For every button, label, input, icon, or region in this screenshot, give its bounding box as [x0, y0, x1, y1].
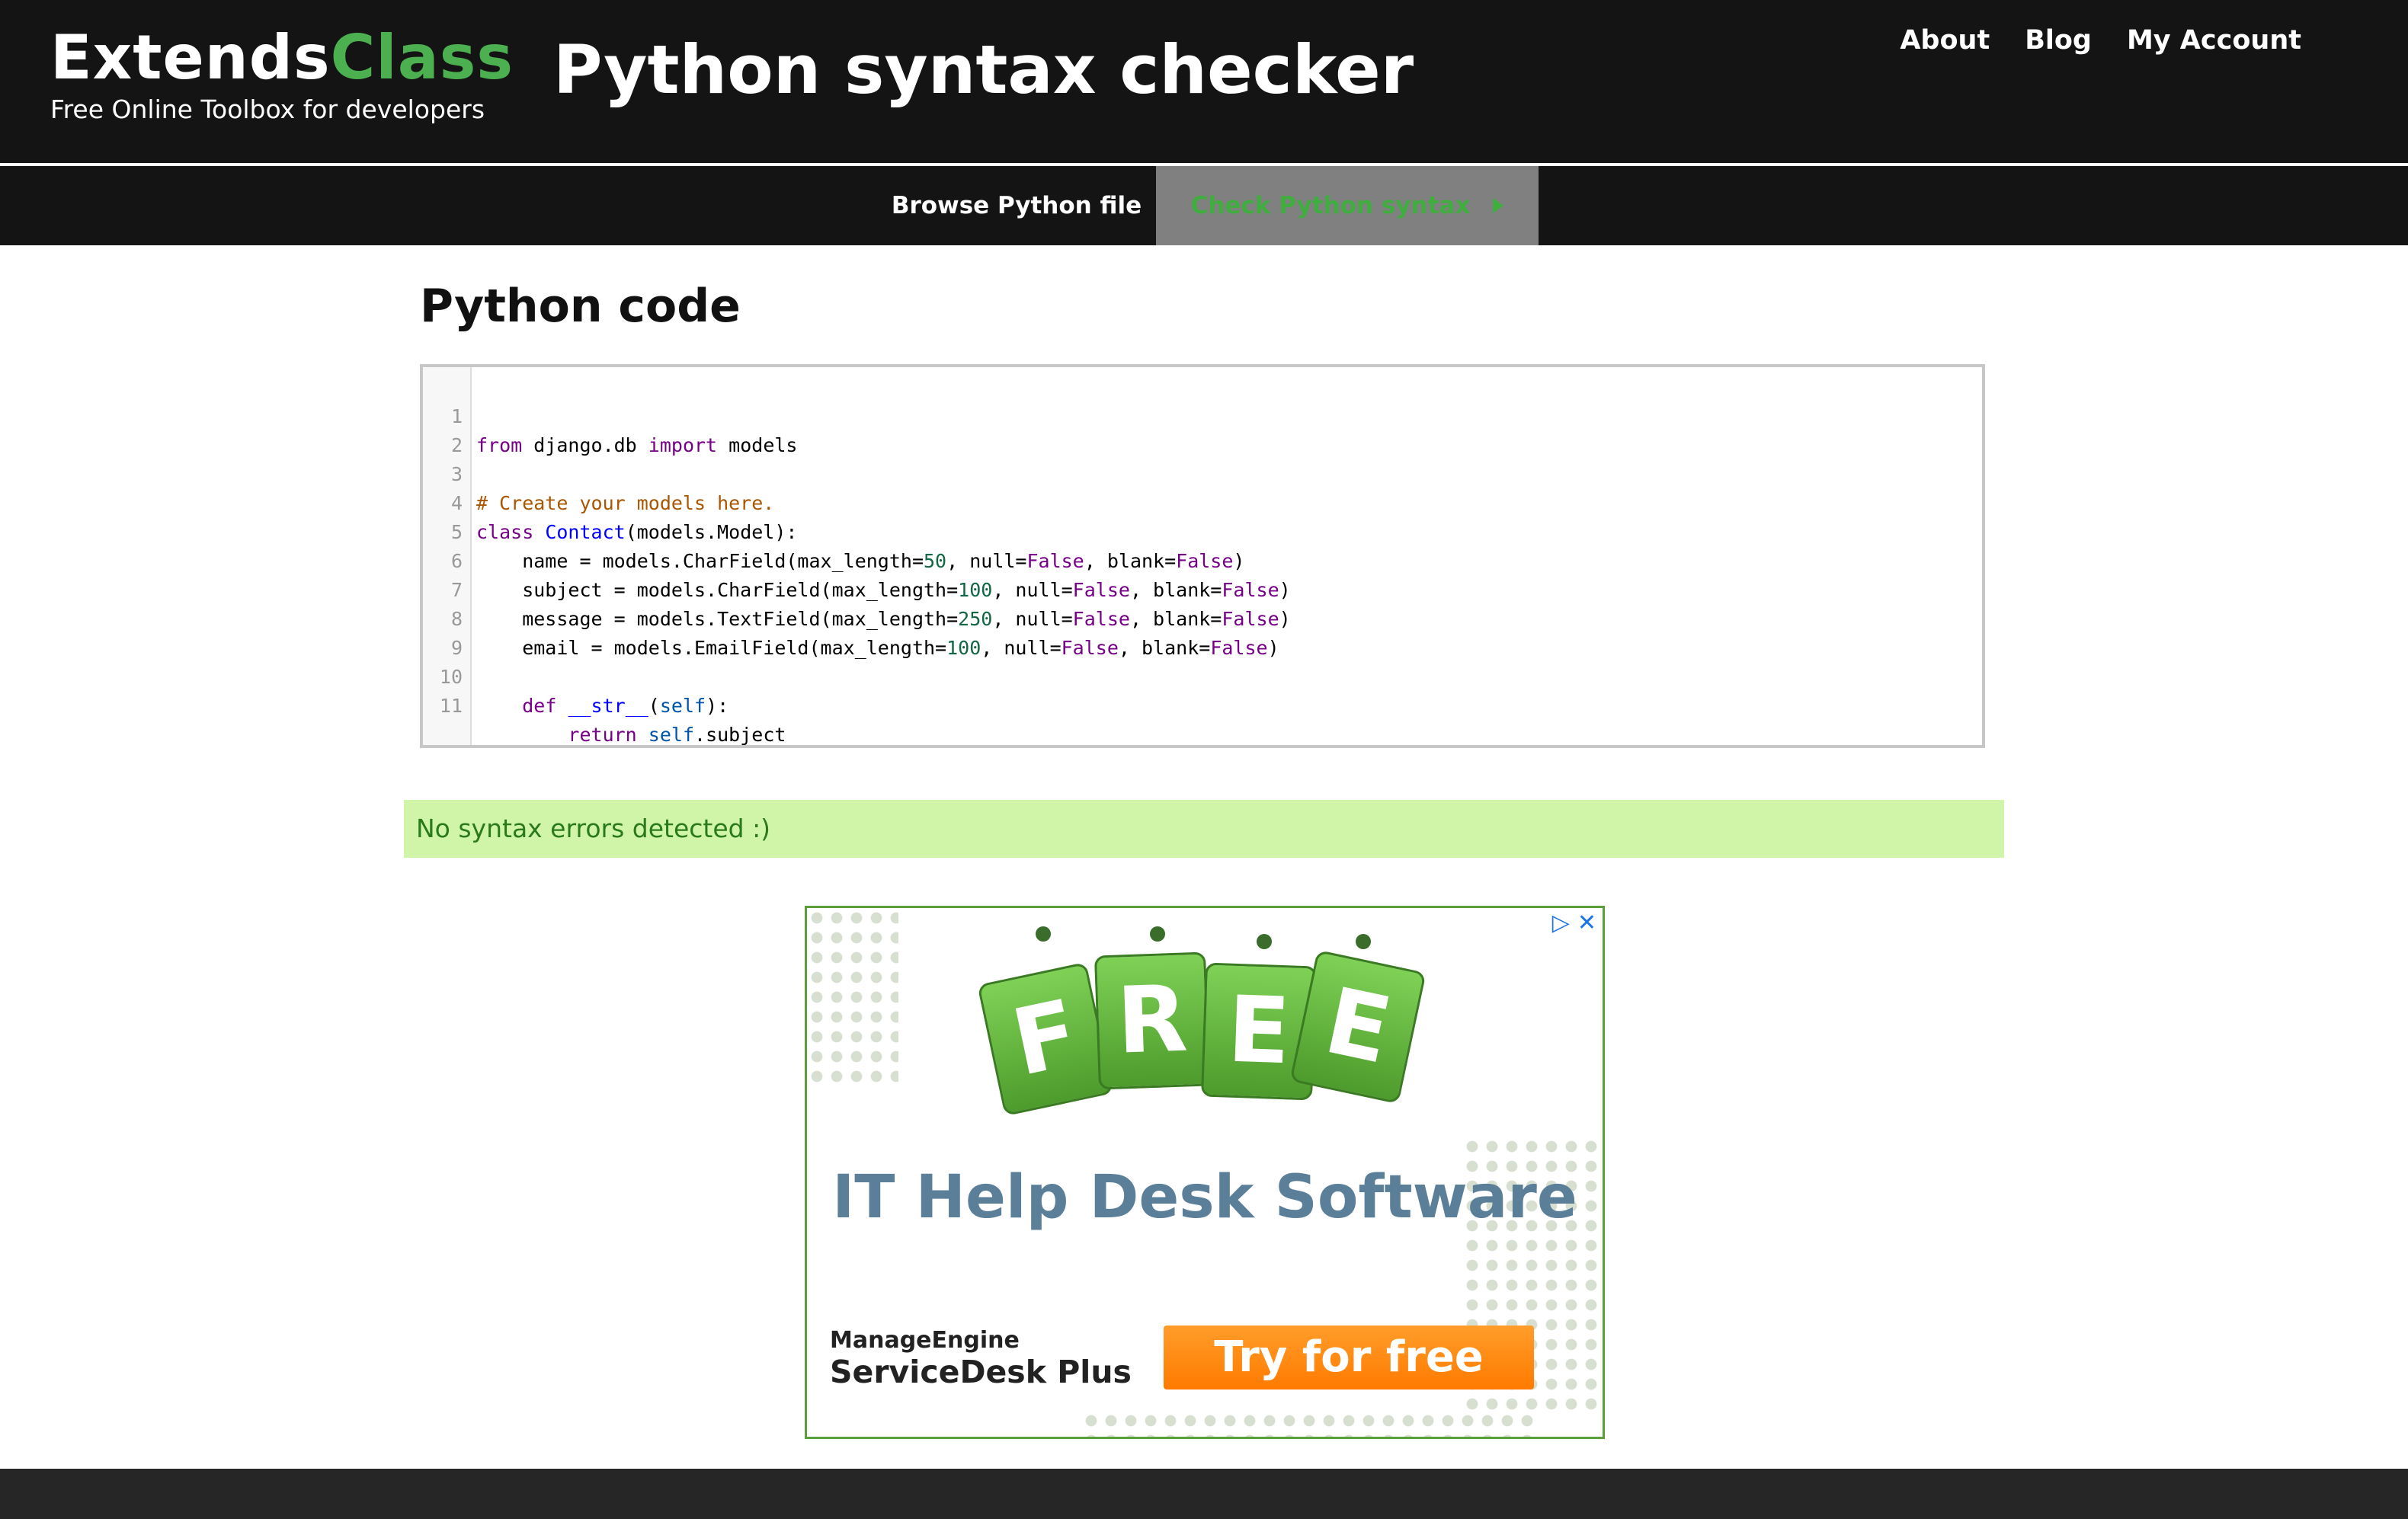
code-line: 7 message = models.TextField(max_length=… — [423, 547, 1291, 630]
brand-name-accent: Class — [330, 22, 514, 93]
tag-pin — [1150, 926, 1165, 942]
ad-dot-pattern — [1081, 1411, 1539, 1437]
code-line: 6 subject = models.CharField(max_length=… — [423, 518, 1291, 601]
code-line: 8 email = models.EmailField(max_length=1… — [423, 576, 1279, 659]
ad-try-for-free-button[interactable]: Try for free — [1164, 1326, 1534, 1389]
brand-name-main: Extends — [50, 22, 331, 93]
tool-tab-bar: Browse Python file Check Python syntax — [0, 166, 2408, 245]
brand-tagline: Free Online Toolbox for developers — [50, 94, 485, 124]
code-text: subject = models.CharField(max_length=10… — [476, 579, 1291, 601]
code-text: name = models.CharField(max_length=50, n… — [476, 550, 1245, 572]
code-text: from django.db import models — [476, 434, 798, 456]
brand-logo-link[interactable]: ExtendsClass Free Online Toolbox for dev… — [50, 21, 514, 126]
tag-pin — [1356, 934, 1371, 949]
code-line: 5 name = models.CharField(max_length=50,… — [423, 489, 1245, 572]
ad-brand-line2: ServiceDesk Plus — [830, 1354, 1132, 1390]
code-line: 10 def __str__(self): — [423, 634, 728, 717]
section-title: Python code — [420, 280, 741, 333]
line-number: 11 — [439, 695, 463, 717]
site-header: ExtendsClass Free Online Toolbox for dev… — [0, 0, 2408, 163]
top-nav: About Blog My Account — [1900, 21, 2301, 59]
page-footer — [0, 1469, 2408, 1519]
code-line: 4 class Contact(models.Model): — [423, 460, 798, 543]
brand-name: ExtendsClass — [50, 21, 514, 94]
code-text: message = models.TextField(max_length=25… — [476, 608, 1291, 630]
advertisement-banner[interactable]: ▷ ✕ F R E E IT Help Desk Software Manage… — [805, 906, 1605, 1439]
ad-tag-letter: F — [977, 961, 1114, 1117]
free-tags-graphic: F R E E — [975, 926, 1427, 1155]
code-line: 1 from django.db import models — [423, 373, 798, 456]
code-text: def __str__(self): — [522, 695, 729, 717]
tag-pin — [1257, 934, 1272, 949]
tab-browse-python-file[interactable]: Browse Python file — [878, 166, 1155, 245]
ad-headline: IT Help Desk Software — [832, 1163, 1577, 1232]
code-line: 11 return self.subject — [423, 663, 786, 745]
code-line: 2 — [423, 402, 469, 456]
code-line: 9 — [423, 605, 469, 659]
syntax-status-message: No syntax errors detected :) — [404, 800, 2004, 858]
caret-right-icon — [1493, 198, 1504, 213]
ad-brand-line1: ManageEngine — [830, 1327, 1020, 1354]
ad-tag-letter: R — [1094, 951, 1211, 1090]
tab-check-python-syntax[interactable]: Check Python syntax — [1156, 166, 1539, 245]
code-editor[interactable]: 1 from django.db import models 2 3 # Cre… — [420, 364, 1985, 748]
page-title: Python syntax checker — [553, 30, 1414, 109]
tag-pin — [1036, 926, 1051, 942]
ad-dot-pattern — [807, 908, 898, 1083]
code-text: return self.subject — [568, 724, 786, 746]
close-icon[interactable]: ✕ — [1577, 911, 1596, 935]
code-text: class Contact(models.Model): — [476, 521, 798, 543]
adchoices-icon[interactable]: ▷ — [1552, 911, 1570, 935]
nav-my-account-link[interactable]: My Account — [2127, 21, 2301, 59]
code-line: 3 # Create your models here. — [423, 431, 774, 514]
nav-blog-link[interactable]: Blog — [2025, 21, 2092, 59]
tab-check-label: Check Python syntax — [1190, 192, 1471, 219]
code-text: # Create your models here. — [476, 492, 775, 514]
tab-browse-label: Browse Python file — [891, 192, 1142, 219]
ad-controls: ▷ ✕ — [1552, 911, 1596, 935]
nav-about-link[interactable]: About — [1900, 21, 1990, 59]
code-text: email = models.EmailField(max_length=100… — [476, 637, 1279, 659]
